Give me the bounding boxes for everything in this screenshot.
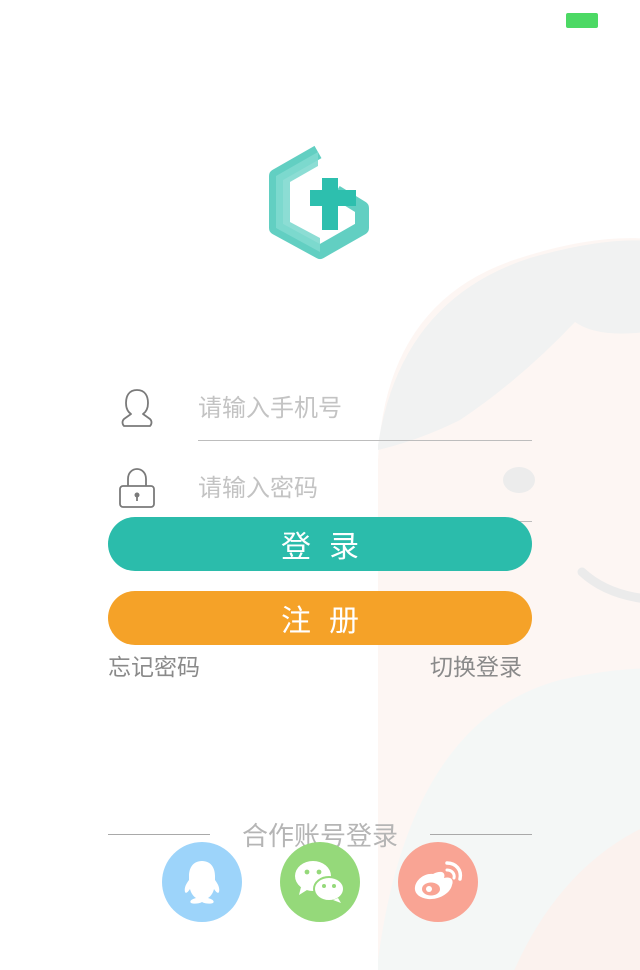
qq-icon — [184, 861, 220, 904]
user-icon — [121, 389, 153, 427]
weibo-icon — [414, 861, 463, 900]
partner-divider-right — [430, 834, 532, 835]
weibo-login-button[interactable] — [398, 842, 478, 922]
forgot-password-link[interactable]: 忘记密码 — [108, 648, 200, 682]
phone-input[interactable] — [198, 386, 532, 430]
qq-login-button[interactable] — [162, 842, 242, 922]
switch-login-link[interactable]: 切换登录 — [430, 648, 522, 682]
login-button[interactable]: 登录 — [108, 517, 532, 571]
partner-divider-left — [108, 834, 210, 835]
wechat-login-button[interactable] — [280, 842, 360, 922]
password-input[interactable] — [198, 466, 532, 510]
battery-icon — [566, 13, 598, 28]
phone-underline — [198, 440, 532, 441]
lock-icon — [119, 468, 155, 508]
register-button[interactable]: 注册 — [108, 591, 532, 645]
wechat-icon — [295, 861, 345, 903]
app-logo — [269, 145, 369, 259]
